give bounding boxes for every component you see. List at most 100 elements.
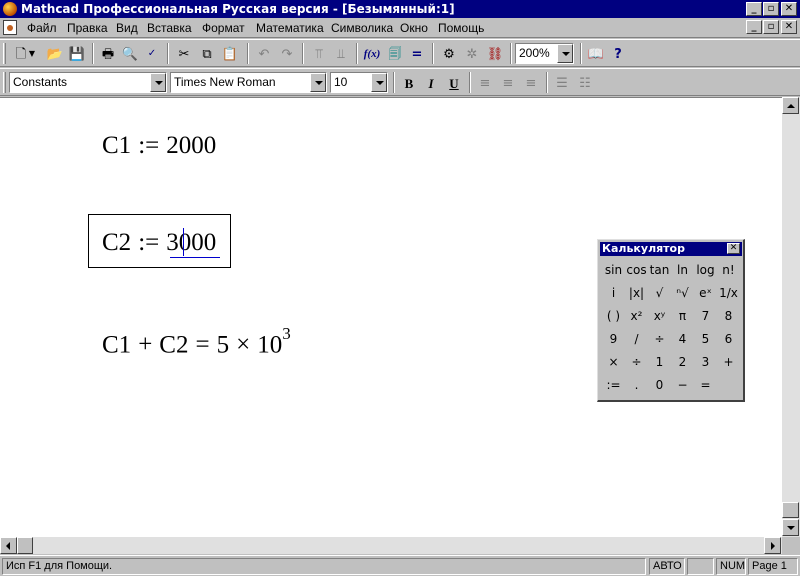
calc-key[interactable]: 0 xyxy=(648,374,671,396)
calc-key[interactable]: ln xyxy=(671,259,694,281)
calc-key[interactable]: cos xyxy=(625,259,648,281)
calc-key[interactable]: / xyxy=(625,328,648,350)
new-dropdown-icon[interactable]: ▼ xyxy=(26,44,38,64)
font-dropdown-icon[interactable] xyxy=(310,73,326,92)
calc-key[interactable]: 8 xyxy=(717,305,740,327)
calc-key[interactable]: π xyxy=(671,305,694,327)
minimize-button[interactable]: _ xyxy=(746,2,762,16)
calc-key[interactable]: tan xyxy=(648,259,671,281)
calc-key[interactable]: − xyxy=(671,374,694,396)
doc-close-button[interactable]: ✕ xyxy=(781,20,797,34)
calc-key[interactable]: x² xyxy=(625,305,648,327)
calc-key[interactable]: √ xyxy=(648,282,671,304)
calc-key[interactable]: eˣ xyxy=(694,282,717,304)
menu-view[interactable]: Вид xyxy=(116,20,138,36)
hscroll-thumb[interactable] xyxy=(17,537,33,554)
calc-key[interactable]: + xyxy=(717,351,740,373)
zoom-dropdown-icon[interactable] xyxy=(557,44,573,63)
doc-restore-button[interactable]: ▫ xyxy=(763,20,779,34)
menu-help[interactable]: Помощь xyxy=(438,20,484,36)
font-size-dropdown-icon[interactable] xyxy=(371,73,387,92)
menu-symbolics[interactable]: Символика xyxy=(331,20,393,36)
calc-key[interactable]: sin xyxy=(602,259,625,281)
calc-key[interactable]: . xyxy=(625,374,648,396)
calc-key[interactable]: 6 xyxy=(717,328,740,350)
scroll-left-button[interactable] xyxy=(0,537,17,554)
numbered-list-icon[interactable]: ☷ xyxy=(574,73,596,93)
style-select[interactable]: Constants xyxy=(9,72,167,93)
bullet-list-icon[interactable]: ☰ xyxy=(551,73,573,93)
calculator-title-bar[interactable]: Калькулятор ✕ xyxy=(600,242,742,256)
redo-icon[interactable]: ↷ xyxy=(276,44,298,64)
calculator-close-button[interactable]: ✕ xyxy=(727,243,740,254)
calc-key[interactable]: 4 xyxy=(671,328,694,350)
scroll-down-button[interactable] xyxy=(782,519,799,536)
calc-key[interactable]: 1/x xyxy=(717,282,740,304)
calc-key[interactable]: log xyxy=(694,259,717,281)
scroll-right-button[interactable] xyxy=(764,537,781,554)
resource-icon[interactable]: ✲ xyxy=(461,44,483,64)
calc-key[interactable]: ( ) xyxy=(602,305,625,327)
save-icon[interactable]: 💾 xyxy=(66,44,88,64)
mathcad-app-icon[interactable] xyxy=(3,2,17,16)
open-folder-icon[interactable]: 📂 xyxy=(44,44,66,64)
paste-icon[interactable]: 📋 xyxy=(219,44,241,64)
align-top-icon[interactable]: ⫪ xyxy=(308,44,330,64)
font-select[interactable]: Times New Roman xyxy=(170,72,327,93)
calc-key[interactable]: 9 xyxy=(602,328,625,350)
component-icon[interactable]: ⚙ xyxy=(438,44,460,64)
zoom-select[interactable]: 200% xyxy=(515,43,574,64)
menu-insert[interactable]: Вставка xyxy=(147,20,192,36)
calc-key[interactable]: 5 xyxy=(694,328,717,350)
calc-key[interactable]: xʸ xyxy=(648,305,671,327)
scroll-up-button[interactable] xyxy=(782,97,799,114)
font-size-select[interactable]: 10 xyxy=(330,72,388,93)
print-icon[interactable]: 🖶 xyxy=(97,44,119,64)
italic-button[interactable]: I xyxy=(420,73,442,93)
align-right-icon[interactable]: ≡ xyxy=(520,73,542,93)
hierarchy-icon[interactable]: ⛓ xyxy=(484,44,506,64)
scroll-thumb[interactable] xyxy=(782,502,799,518)
align-down-icon[interactable]: ⫫ xyxy=(330,44,352,64)
calc-key[interactable]: n! xyxy=(717,259,740,281)
undo-icon[interactable]: ↶ xyxy=(253,44,275,64)
horizontal-scrollbar[interactable] xyxy=(0,537,782,554)
calc-key[interactable]: := xyxy=(602,374,625,396)
menu-window[interactable]: Окно xyxy=(400,20,428,36)
evaluation-result[interactable]: C1 + C2 = 5 × 103 xyxy=(102,324,291,359)
doc-minimize-button[interactable]: _ xyxy=(746,20,762,34)
cut-icon[interactable]: ✂ xyxy=(173,44,195,64)
calc-key[interactable]: ⁿ√ xyxy=(671,282,694,304)
menu-math[interactable]: Математика xyxy=(256,20,324,36)
align-center-icon[interactable]: ≡ xyxy=(497,73,519,93)
menu-format[interactable]: Формат xyxy=(202,20,245,36)
align-left-icon[interactable]: ≡ xyxy=(474,73,496,93)
resource-center-icon[interactable]: 📖 xyxy=(585,44,607,64)
calculator-palette[interactable]: Калькулятор ✕ sin cos tan ln log n! i |x| √ ⁿ√ eˣ 1… xyxy=(597,239,745,402)
insert-function-icon[interactable]: f(x) xyxy=(361,44,383,64)
definition-c2[interactable]: C2:= 3000 xyxy=(102,229,216,257)
calc-key[interactable]: |x| xyxy=(625,282,648,304)
bold-button[interactable]: B xyxy=(398,73,420,93)
calc-key[interactable]: 7 xyxy=(694,305,717,327)
help-icon[interactable]: ? xyxy=(607,44,629,64)
calc-key[interactable]: 2 xyxy=(671,351,694,373)
calc-key[interactable]: ÷ xyxy=(625,351,648,373)
calculate-icon[interactable]: = xyxy=(406,44,428,64)
maximize-button[interactable]: ▫ xyxy=(763,2,779,16)
menu-file[interactable]: Файл xyxy=(27,20,57,36)
document-icon[interactable] xyxy=(3,20,17,35)
insert-unit-icon[interactable]: 🗐 xyxy=(384,44,406,64)
calc-key[interactable]: 1 xyxy=(648,351,671,373)
calc-key[interactable]: 3 xyxy=(694,351,717,373)
underline-button[interactable]: U xyxy=(443,73,465,93)
style-dropdown-icon[interactable] xyxy=(150,73,166,92)
calc-key[interactable]: i xyxy=(602,282,625,304)
spell-check-icon[interactable]: ✓ xyxy=(141,44,163,64)
vertical-scrollbar[interactable] xyxy=(782,97,800,537)
menu-edit[interactable]: Правка xyxy=(67,20,108,36)
copy-icon[interactable]: ⧉ xyxy=(196,44,218,64)
definition-c1[interactable]: C1:= 2000 xyxy=(102,132,216,160)
print-preview-icon[interactable]: 🔍 xyxy=(119,44,141,64)
calc-key[interactable]: = xyxy=(694,374,717,396)
